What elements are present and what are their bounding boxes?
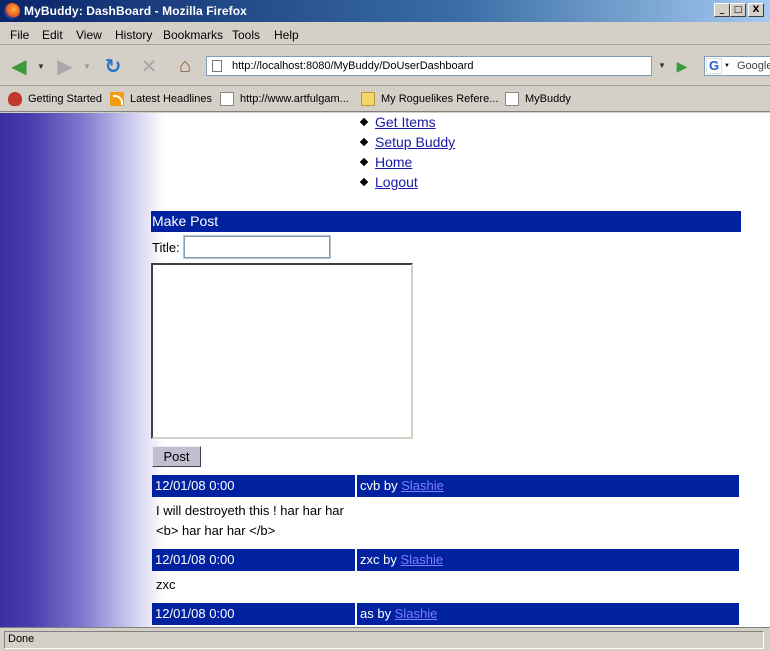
search-engine-dropdown-icon[interactable]: ▼ (724, 63, 730, 69)
window-title: MyBuddy: DashBoard - Mozilla Firefox (24, 4, 247, 18)
home-link[interactable]: Home (375, 154, 412, 170)
home-icon[interactable]: ⌂ (172, 54, 198, 78)
menu-bookmarks[interactable]: Bookmarks (163, 28, 223, 42)
post-title: as (360, 606, 374, 621)
post-button[interactable]: Post (152, 446, 201, 467)
bookmark-label: Latest Headlines (130, 93, 212, 105)
bookmark-label: http://www.artfulgam... (240, 93, 349, 105)
bookmark-label: MyBuddy (525, 93, 571, 105)
post-body-textarea[interactable] (151, 263, 413, 439)
post-title: zxc (360, 552, 380, 567)
post-row: 12/01/08 0:00 as by Slashie (152, 603, 739, 625)
setup-buddy-link[interactable]: Setup Buddy (375, 134, 455, 150)
post-date: 12/01/08 0:00 (152, 603, 355, 625)
bookmark-artfulgamer[interactable]: http://www.artfulgam... (220, 92, 349, 106)
forward-history-dropdown-icon[interactable]: ▼ (82, 54, 92, 78)
reload-icon[interactable]: ↻ (100, 54, 126, 78)
nav-item-get-items: Get Items (359, 113, 455, 133)
post-body-line: <b> har har har </b> (156, 523, 276, 538)
post-row: 12/01/08 0:00 zxc by Slashie (152, 549, 739, 571)
stop-icon[interactable]: ✕ (136, 54, 162, 78)
back-arrow-icon[interactable]: ◀ (6, 54, 32, 78)
url-bar[interactable]: http://localhost:8080/MyBuddy/DoUserDash… (206, 56, 652, 76)
post-by: by (377, 606, 392, 621)
bookmarks-toolbar: Getting Started Latest Headlines http://… (0, 87, 770, 112)
title-label: Title: (152, 240, 180, 255)
bullet-icon (359, 157, 369, 167)
post-title-cell: zxc by Slashie (357, 549, 739, 571)
nav-item-setup-buddy: Setup Buddy (359, 133, 455, 153)
post-title-cell: cvb by Slashie (357, 475, 739, 497)
menu-file[interactable]: File (10, 28, 29, 42)
google-icon[interactable]: G (706, 58, 722, 74)
post-date: 12/01/08 0:00 (152, 549, 355, 571)
logout-link[interactable]: Logout (375, 174, 418, 190)
post-by: by (383, 478, 398, 493)
post-body: I will destroyeth this ! har har har <b> … (156, 501, 344, 541)
menu-view[interactable]: View (76, 28, 102, 42)
bookmark-latest-headlines[interactable]: Latest Headlines (110, 92, 212, 106)
nav-item-home: Home (359, 153, 455, 173)
bookmark-getting-started[interactable]: Getting Started (8, 92, 102, 106)
post-author-link[interactable]: Slashie (400, 552, 443, 567)
menu-help[interactable]: Help (274, 28, 299, 42)
forward-arrow-icon[interactable]: ▶ (52, 54, 78, 78)
post-date: 12/01/08 0:00 (152, 475, 355, 497)
bookmark-label: My Roguelikes Refere... (381, 93, 499, 105)
search-bar[interactable]: G ▼ Google (704, 56, 770, 76)
menu-edit[interactable]: Edit (42, 28, 63, 42)
back-history-dropdown-icon[interactable]: ▼ (36, 54, 46, 78)
nav-item-logout: Logout (359, 173, 455, 193)
post-body: zxc (156, 575, 176, 595)
url-text[interactable]: http://localhost:8080/MyBuddy/DoUserDash… (232, 60, 474, 72)
status-text: Done (8, 633, 35, 645)
bookmark-mybuddy[interactable]: MyBuddy (505, 92, 571, 106)
page-icon (220, 92, 234, 106)
page-icon (212, 60, 222, 72)
menu-history[interactable]: History (115, 28, 152, 42)
bullet-icon (359, 117, 369, 127)
page-icon (505, 92, 519, 106)
post-by: by (383, 552, 397, 567)
make-post-header: Make Post (151, 211, 741, 232)
post-body-line: I will destroyeth this ! har har har (156, 503, 344, 518)
rss-feed-icon (110, 92, 124, 106)
post-row: 12/01/08 0:00 cvb by Slashie (152, 475, 739, 497)
bookmark-label: Getting Started (28, 93, 102, 105)
navigation-toolbar: ◀ ▼ ▶ ▼ ↻ ✕ ⌂ http://localhost:8080/MyBu… (0, 46, 770, 86)
go-arrow-icon[interactable]: ▶ (672, 56, 692, 76)
bullet-icon (359, 177, 369, 187)
window-title-bar[interactable]: MyBuddy: DashBoard - Mozilla Firefox _ □… (0, 0, 770, 22)
firefox-logo-icon (4, 3, 20, 19)
side-gradient-decoration (0, 113, 165, 627)
menu-tools[interactable]: Tools (232, 28, 260, 42)
close-button[interactable]: X (748, 3, 764, 17)
title-input[interactable] (183, 235, 331, 259)
post-author-link[interactable]: Slashie (401, 478, 444, 493)
firefox-bookmark-icon (8, 92, 22, 106)
status-bar: Done (0, 627, 770, 651)
minimize-button[interactable]: _ (714, 3, 730, 17)
search-placeholder: Google (737, 60, 770, 72)
page-nav-list: Get Items Setup Buddy Home Logout (359, 113, 455, 193)
url-dropdown-icon[interactable]: ▼ (654, 56, 670, 76)
post-body-line: zxc (156, 577, 176, 592)
bullet-icon (359, 137, 369, 147)
menu-bar: File Edit View History Bookmarks Tools H… (0, 23, 770, 45)
post-author-link[interactable]: Slashie (395, 606, 438, 621)
post-title: cvb (360, 478, 381, 493)
page-content[interactable]: Get Items Setup Buddy Home Logout Make P… (0, 113, 770, 627)
status-panel (4, 631, 764, 649)
folder-icon (361, 92, 375, 106)
post-title-cell: as by Slashie (357, 603, 739, 625)
get-items-link[interactable]: Get Items (375, 114, 436, 130)
maximize-button[interactable]: □ (730, 3, 746, 17)
window-controls: _ □ X (714, 3, 764, 17)
bookmark-roguelikes[interactable]: My Roguelikes Refere... (361, 92, 498, 106)
